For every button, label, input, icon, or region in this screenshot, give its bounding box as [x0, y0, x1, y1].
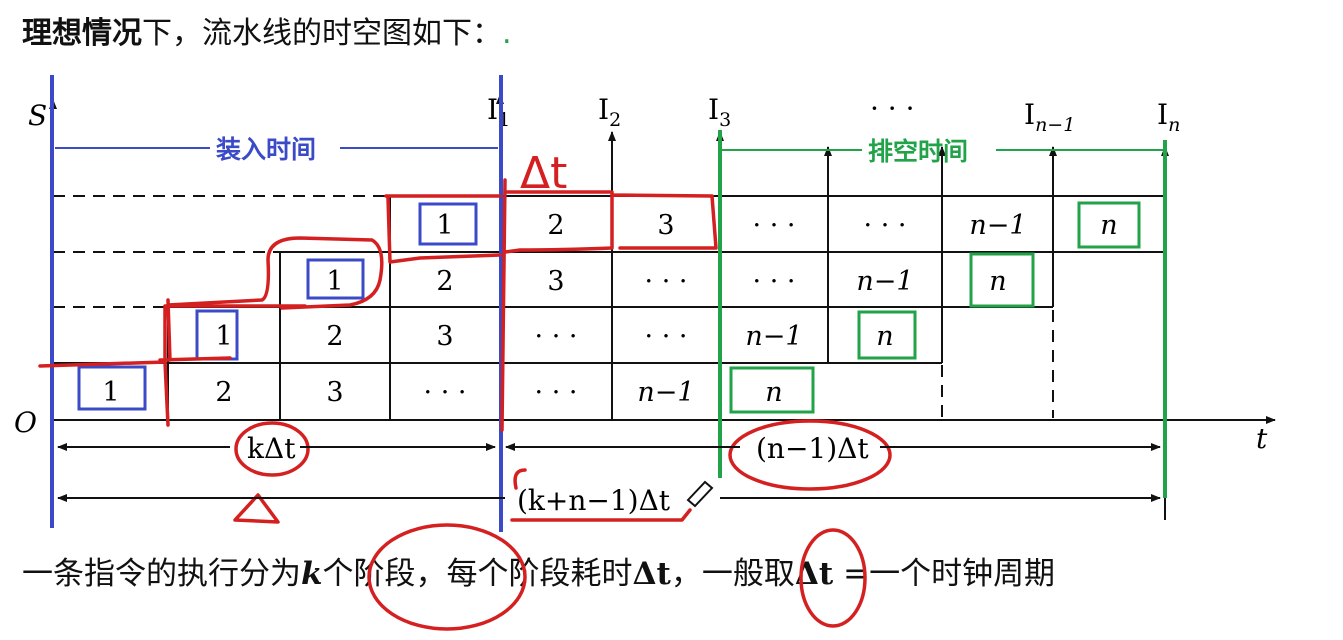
svg-text:3: 3: [657, 210, 674, 241]
svg-text:n−1: n−1: [745, 321, 802, 352]
svg-text:n−1: n−1: [856, 266, 913, 297]
dim-n1-label: (n−1)Δt: [756, 432, 869, 465]
svg-text:n: n: [1100, 210, 1117, 241]
svg-text:1: 1: [102, 377, 119, 408]
svg-text:· · ·: · · ·: [535, 377, 578, 408]
load-time-label: 装入时间: [216, 135, 316, 164]
svg-text:· · ·: · · ·: [645, 266, 688, 297]
svg-text:· · ·: · · ·: [753, 210, 796, 241]
row-stage-2: 1 2 3 · · · · · · n−1 n: [215, 321, 893, 352]
footer-p3: ，一般取: [670, 556, 795, 592]
axis-t-label: t: [1256, 422, 1268, 455]
footer-dt: Δt: [632, 556, 671, 592]
svg-text:· · ·: · · ·: [645, 321, 688, 352]
axis-o-label: O: [14, 406, 37, 439]
svg-text:n: n: [876, 321, 893, 352]
label-dots: · · ·: [870, 92, 915, 125]
svg-text:1: 1: [436, 210, 453, 241]
label-i1: I1: [487, 93, 510, 131]
svg-text:n−1: n−1: [637, 377, 694, 408]
svg-text:n: n: [989, 266, 1006, 297]
svg-text:· · ·: · · ·: [535, 321, 578, 352]
svg-text:3: 3: [547, 266, 564, 297]
row-stage-1: 1 2 3 · · · · · · n−1 n: [102, 377, 782, 408]
svg-text:2: 2: [547, 210, 564, 241]
pencil-icon: [686, 480, 714, 508]
label-in1: In−1: [1024, 98, 1075, 136]
svg-text:2: 2: [326, 321, 343, 352]
svg-text:n−1: n−1: [969, 210, 1026, 241]
svg-text:n: n: [765, 377, 782, 408]
svg-text:3: 3: [326, 377, 343, 408]
footer-p4: =一个时钟周期: [833, 556, 1056, 592]
footer-p2: 个阶段，每个阶段耗时: [322, 556, 633, 592]
svg-text:2: 2: [436, 266, 453, 297]
svg-text:· · ·: · · ·: [424, 377, 467, 408]
row-stage-3: 1 2 3 · · · · · · n−1 n: [326, 266, 1006, 297]
pipeline-space-time-diagram: S O t I1 I2 I3 · · · In−1 In 1 2 3 · · ·…: [14, 75, 1276, 532]
label-i3: I3: [708, 93, 731, 131]
svg-text:2: 2: [215, 377, 232, 408]
axis-s-label: S: [28, 99, 47, 132]
label-in: In: [1157, 98, 1180, 136]
svg-text:1: 1: [215, 321, 232, 352]
footer-note: 一条指令的执行分为k个阶段，每个阶段耗时Δt，一般取Δt =一个时钟周期: [22, 548, 1055, 593]
footer-k: k: [301, 556, 323, 592]
svg-text:1: 1: [326, 266, 343, 297]
label-i2: I2: [598, 93, 621, 131]
row-stage-4: 1 2 3 · · · · · · n−1 n: [436, 210, 1117, 241]
svg-text:· · ·: · · ·: [753, 266, 796, 297]
dim-total-label: (k+n−1)Δt: [517, 484, 671, 517]
handwritten-dt: Δt: [520, 148, 567, 199]
footer-dt2: Δt: [794, 556, 834, 592]
svg-text:· · ·: · · ·: [864, 210, 907, 241]
svg-text:3: 3: [436, 321, 453, 352]
drain-time-label: 排空时间: [868, 137, 968, 166]
dim-k-label: kΔt: [247, 432, 296, 465]
footer-p1: 一条指令的执行分为: [22, 556, 301, 592]
